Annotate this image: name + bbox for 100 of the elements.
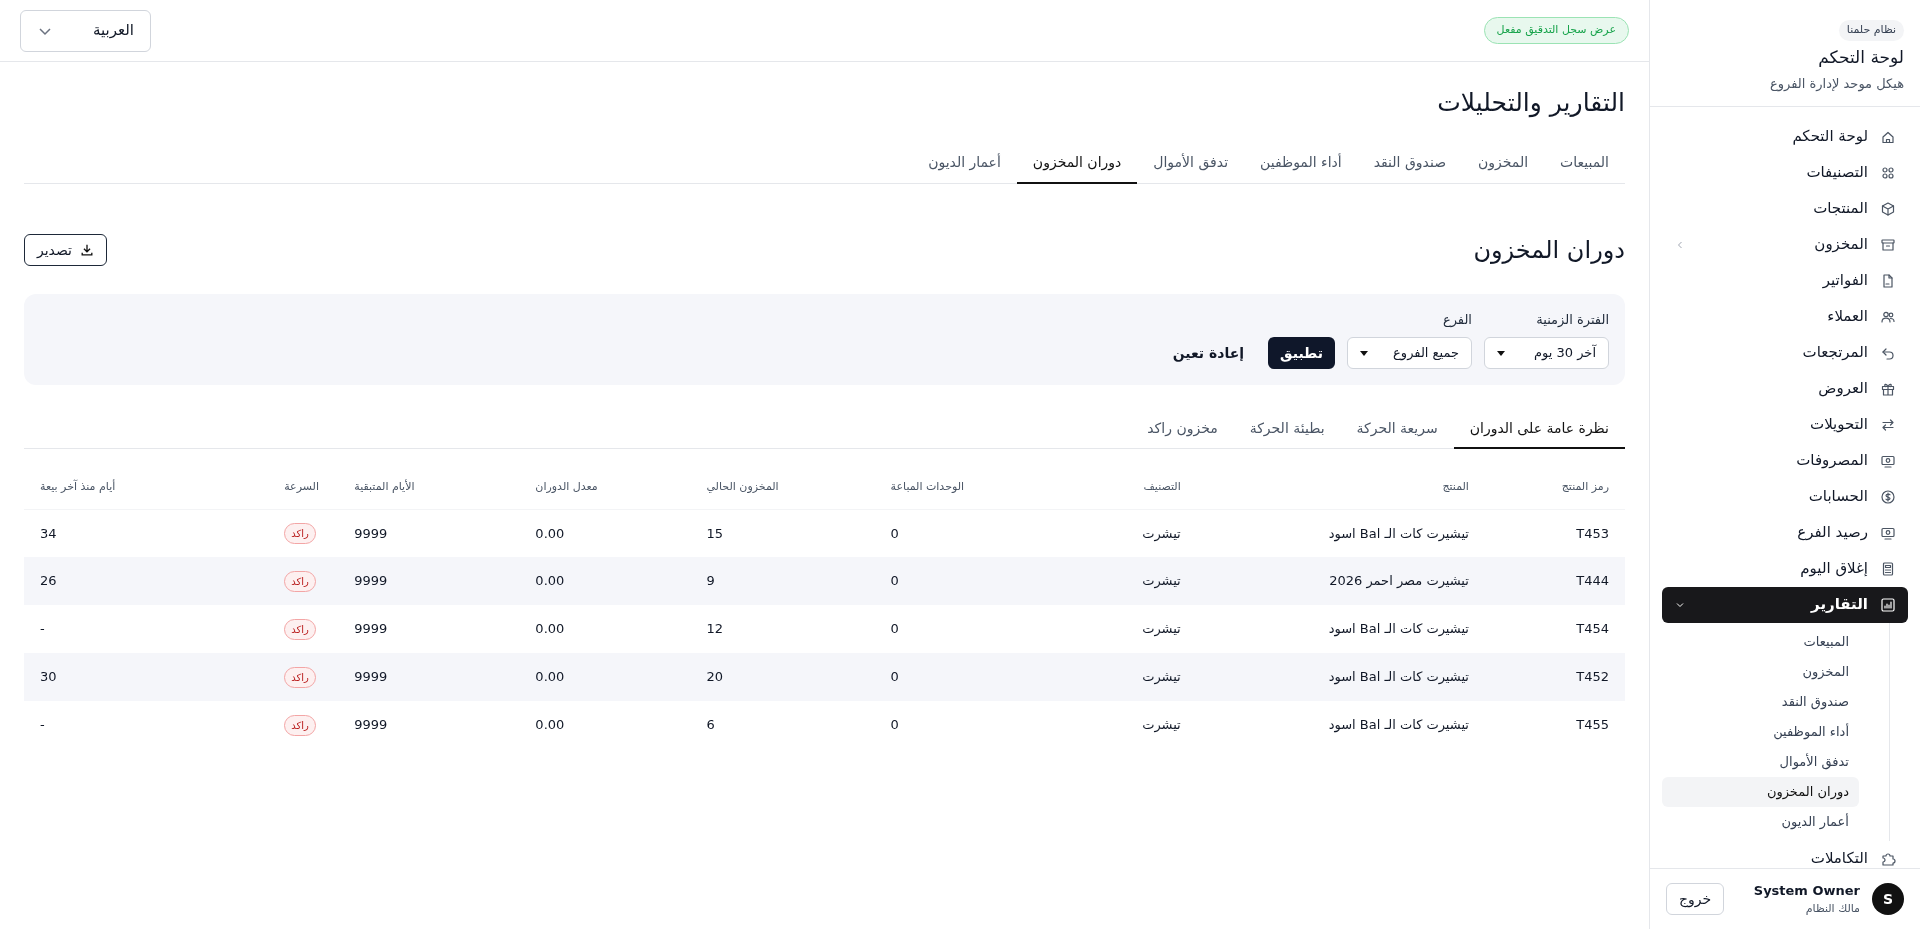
sidebar-item[interactable]: إغلاق اليوم bbox=[1662, 550, 1908, 587]
calculator-icon bbox=[1880, 560, 1896, 577]
sidebar-subitem[interactable]: أعمار الديون bbox=[1662, 806, 1859, 837]
table-cell: 20 bbox=[690, 653, 875, 701]
table-cell: - bbox=[24, 701, 269, 749]
sidebar-item[interactable]: التحويلات bbox=[1662, 406, 1908, 443]
column-header: الوحدات المباعة bbox=[874, 465, 997, 509]
column-header: المخزون الحالي bbox=[690, 465, 875, 509]
table-cell: T454 bbox=[1484, 605, 1625, 653]
report-tab[interactable]: أداء الموظفين bbox=[1244, 143, 1358, 184]
user-avatar: S bbox=[1872, 883, 1904, 915]
filter-label: الفرع bbox=[1441, 310, 1472, 329]
logout-button[interactable]: خروج bbox=[1666, 883, 1725, 915]
table-cell: 30 bbox=[24, 653, 269, 701]
section-title: دوران المخزون bbox=[1473, 234, 1625, 266]
table-cell: 0.00 bbox=[519, 509, 691, 557]
sidebar-item[interactable]: لوحة التحكم bbox=[1662, 118, 1908, 155]
table-cell: تيشيرت كات الـ Bal اسود bbox=[1196, 605, 1485, 653]
column-header: الأيام المتبقية bbox=[338, 465, 520, 509]
table-cell: T455 bbox=[1484, 701, 1625, 749]
report-tab[interactable]: المخزون bbox=[1462, 143, 1545, 184]
sidebar-item[interactable]: التقارير bbox=[1662, 586, 1908, 623]
sidebar-item[interactable]: العروض bbox=[1662, 370, 1908, 407]
puzzle-icon bbox=[1880, 850, 1896, 867]
column-header: السرعة bbox=[268, 465, 339, 509]
transfer-arrows-icon bbox=[1880, 416, 1896, 433]
sidebar-item[interactable]: التصنيفات bbox=[1662, 154, 1908, 191]
sidebar-subitem[interactable]: أداء الموظفين bbox=[1662, 716, 1859, 747]
table-cell: 34 bbox=[24, 509, 269, 557]
sidebar-item[interactable]: المنتجات bbox=[1662, 190, 1908, 227]
report-tab[interactable]: صندوق النقد bbox=[1357, 143, 1463, 184]
page-title: التقارير والتحليلات bbox=[1436, 87, 1625, 120]
column-header: أيام منذ آخر بيعة bbox=[24, 465, 269, 509]
sidebar-item[interactable]: رصيد الفرع bbox=[1662, 514, 1908, 551]
table-cell: 0 bbox=[874, 653, 997, 701]
sidebar-item[interactable]: المصروفات bbox=[1662, 442, 1908, 479]
sidebar-subitem[interactable]: المبيعات bbox=[1662, 626, 1859, 657]
chart-icon bbox=[1880, 596, 1896, 613]
report-tab[interactable]: المبيعات bbox=[1544, 143, 1625, 184]
turnover-tab[interactable]: مخزون راكد bbox=[1131, 409, 1234, 449]
turnover-tab[interactable]: نظرة عامة على الدوران bbox=[1453, 409, 1625, 449]
sidebar-title: لوحة التحكم bbox=[1818, 45, 1904, 69]
sidebar-subitem[interactable]: تدفق الأموال bbox=[1662, 746, 1859, 777]
sidebar-subitem[interactable]: دوران المخزون bbox=[1662, 776, 1859, 807]
caret-down-icon bbox=[1360, 350, 1368, 356]
speed-badge: راكد bbox=[284, 522, 316, 544]
table-cell: 0.00 bbox=[519, 605, 691, 653]
table-cell: 9 bbox=[690, 557, 875, 605]
caret-down-icon bbox=[1497, 350, 1505, 356]
table-cell: 9999 bbox=[338, 605, 520, 653]
table-cell: 0 bbox=[874, 701, 997, 749]
cube-icon bbox=[1880, 200, 1896, 217]
language-select[interactable]: العربية bbox=[20, 9, 151, 52]
table-cell: 9999 bbox=[338, 701, 520, 749]
sidebar-item[interactable]: المخزون bbox=[1662, 226, 1908, 263]
column-header: المنتج bbox=[1196, 465, 1485, 509]
table-cell: 0.00 bbox=[519, 653, 691, 701]
table-cell: 12 bbox=[690, 605, 875, 653]
dollar-coin-icon bbox=[1880, 488, 1896, 505]
report-tab[interactable]: دوران المخزون bbox=[1016, 143, 1138, 184]
table-cell: تيشرت bbox=[996, 701, 1197, 749]
speed-badge: راكد bbox=[284, 666, 316, 688]
table-cell: تيشرت bbox=[996, 557, 1197, 605]
sidebar-item[interactable]: الحسابات bbox=[1662, 478, 1908, 515]
table-cell: 0 bbox=[874, 605, 997, 653]
download-icon bbox=[80, 242, 94, 257]
column-header: معدل الدوران bbox=[519, 465, 691, 509]
sidebar-subtitle: هيكل موحد لإدارة الفروع bbox=[1770, 75, 1904, 94]
apply-button[interactable]: تطبيق bbox=[1268, 337, 1335, 369]
grid-icon bbox=[1880, 164, 1896, 181]
table-cell: T444 bbox=[1484, 557, 1625, 605]
column-header: رمز المنتج bbox=[1484, 465, 1625, 509]
sidebar-item[interactable]: التكاملات bbox=[1662, 840, 1908, 868]
speed-badge: راكد bbox=[284, 714, 316, 736]
sidebar-item[interactable]: الفواتير bbox=[1662, 262, 1908, 299]
table-cell: 0 bbox=[874, 557, 997, 605]
sidebar-subitem[interactable]: المخزون bbox=[1662, 656, 1859, 687]
sidebar-item[interactable]: العملاء bbox=[1662, 298, 1908, 335]
table-cell: 0.00 bbox=[519, 557, 691, 605]
table-cell: T453 bbox=[1484, 509, 1625, 557]
table-cell: 9999 bbox=[338, 653, 520, 701]
filter-select[interactable]: جميع الفروع bbox=[1347, 337, 1472, 369]
table-cell: تيشيرت مصر احمر 2026 bbox=[1196, 557, 1485, 605]
table-cell: - bbox=[24, 605, 269, 653]
report-tab[interactable]: أعمار الديون bbox=[912, 143, 1017, 184]
sidebar-subitem[interactable]: صندوق النقد bbox=[1662, 686, 1859, 717]
archive-icon bbox=[1880, 236, 1896, 253]
turnover-tab[interactable]: سريعة الحركة bbox=[1340, 409, 1454, 449]
filter-select[interactable]: آخر 30 يوم bbox=[1484, 337, 1609, 369]
turnover-tab[interactable]: بطيئة الحركة bbox=[1233, 409, 1341, 449]
export-button[interactable]: تصدير bbox=[24, 233, 107, 266]
sidebar-item[interactable]: المرتجعات bbox=[1662, 334, 1908, 371]
document-icon bbox=[1880, 272, 1896, 289]
table-cell: تيشرت bbox=[996, 653, 1197, 701]
table-cell: 0 bbox=[874, 509, 997, 557]
system-badge: نظام حلمنا bbox=[1838, 20, 1904, 41]
report-tab[interactable]: تدفق الأموال bbox=[1137, 143, 1245, 184]
reset-button[interactable]: إعادة تعين bbox=[1160, 337, 1257, 369]
table-cell: 26 bbox=[24, 557, 269, 605]
table-cell: تيشيرت كات الـ Bal اسود bbox=[1196, 509, 1485, 557]
